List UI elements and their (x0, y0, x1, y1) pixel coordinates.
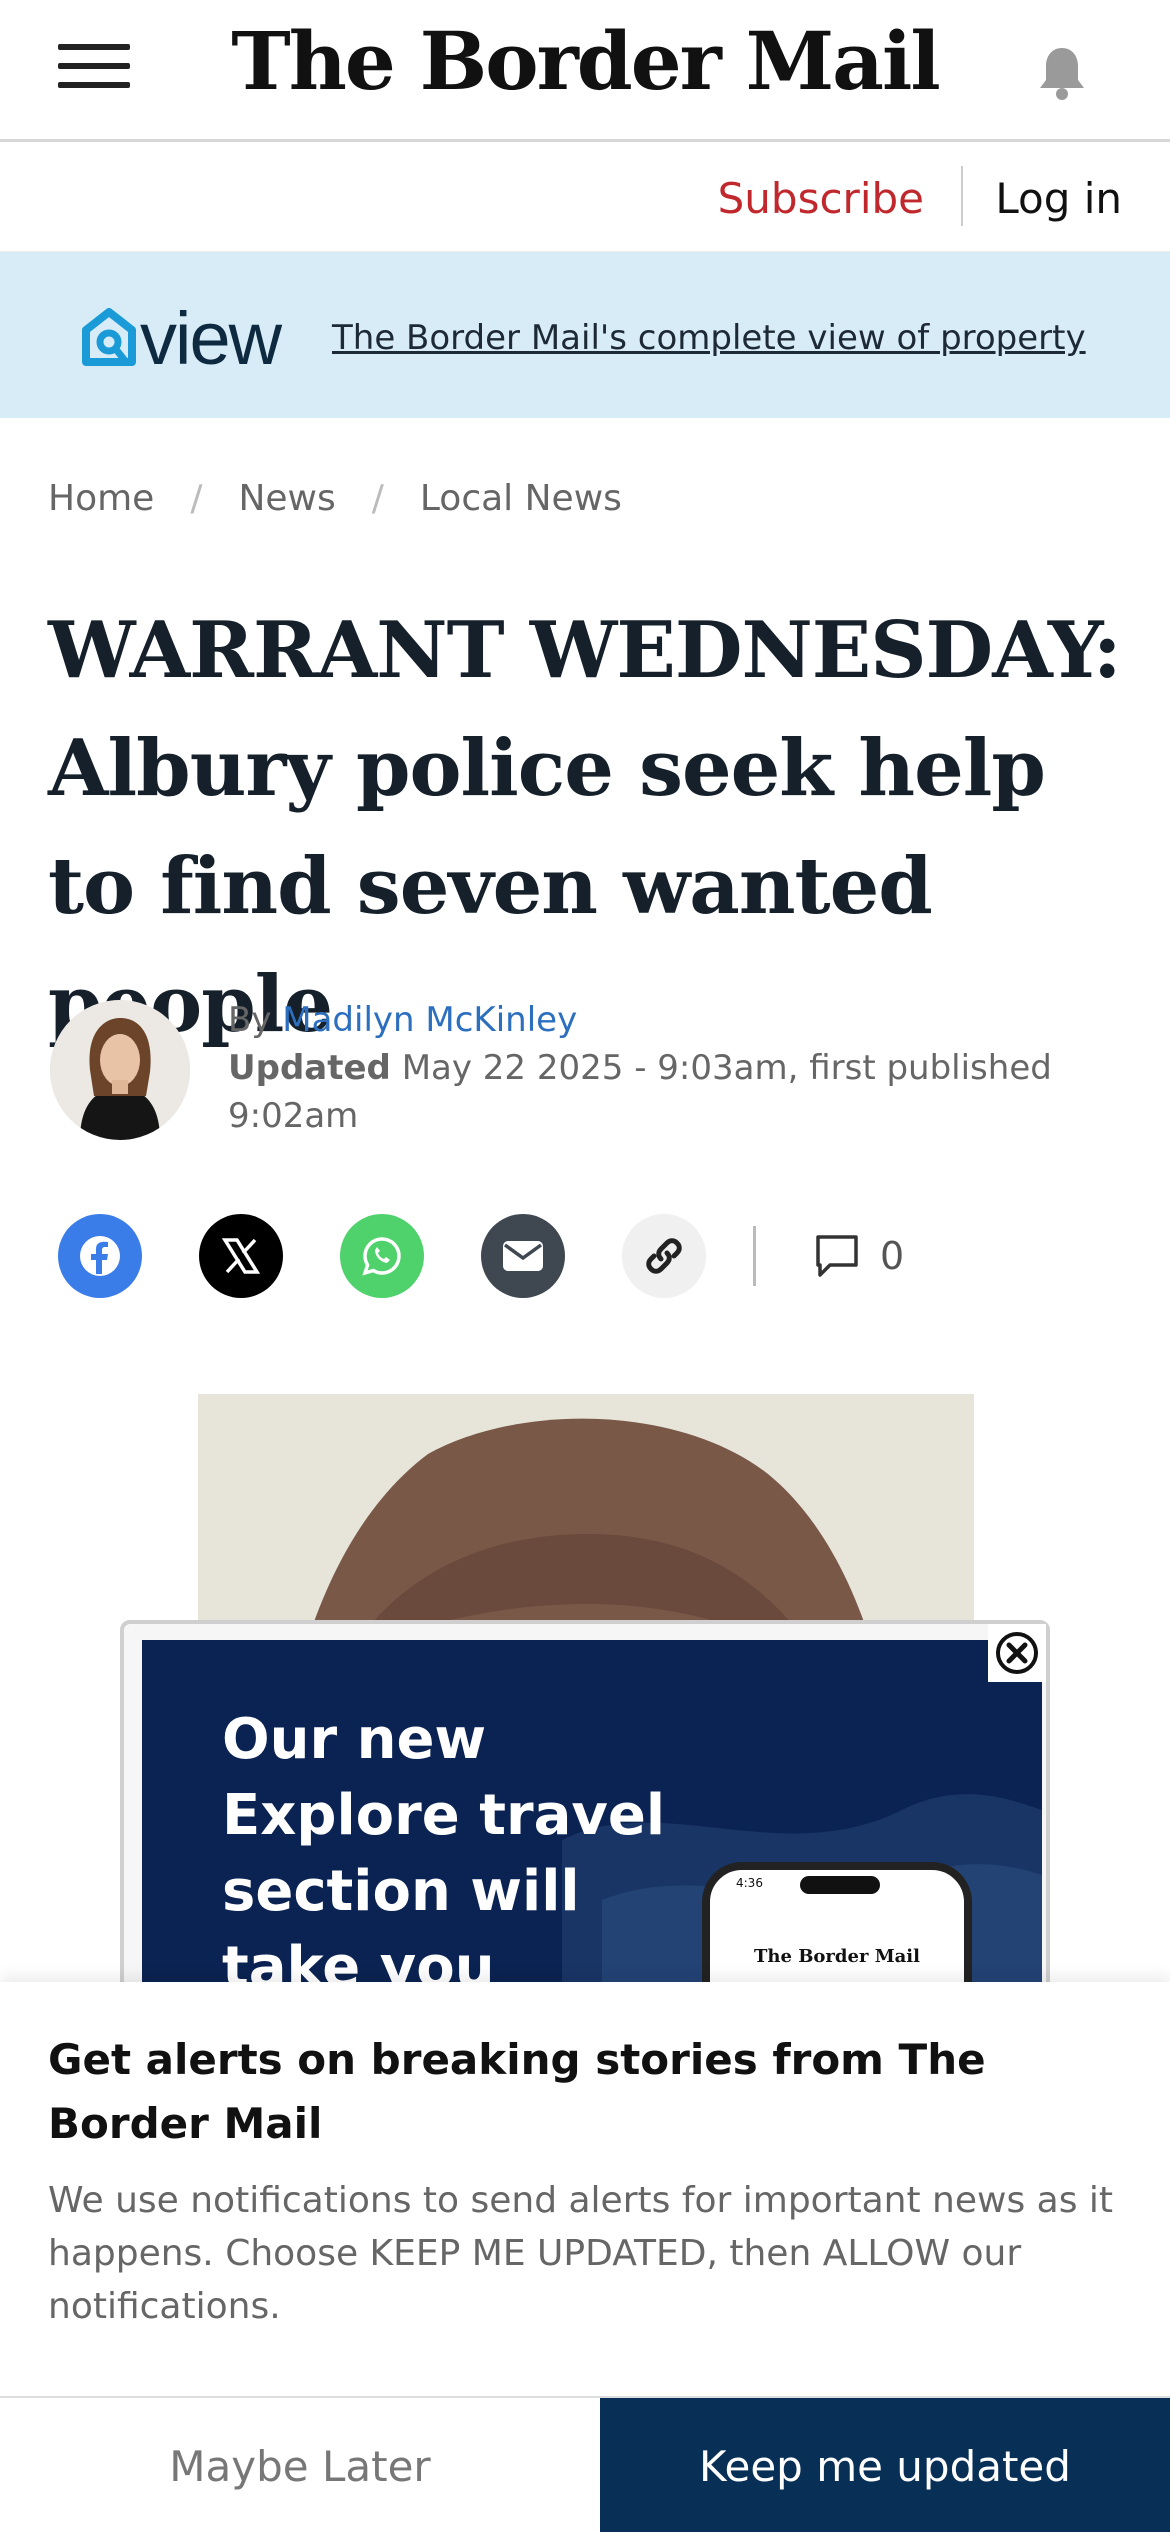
bell-icon[interactable] (1036, 44, 1088, 100)
share-bar: 0 (58, 1214, 904, 1298)
view-logo[interactable]: view (82, 296, 282, 380)
site-logo[interactable]: The Border Mail (0, 14, 1170, 108)
x-icon (221, 1238, 261, 1274)
close-icon (996, 1632, 1038, 1674)
byline-prefix: By (228, 1000, 272, 1040)
ad-close-button[interactable] (988, 1624, 1046, 1682)
facebook-icon (80, 1236, 120, 1276)
ad-phone-notch (800, 1876, 880, 1894)
login-link[interactable]: Log in (995, 174, 1122, 223)
email-share-button[interactable] (481, 1214, 565, 1298)
whatsapp-icon (362, 1237, 401, 1276)
notification-buttons: Maybe Later Keep me updated (0, 2396, 1170, 2532)
view-property-banner[interactable]: view The Border Mail's complete view of … (0, 252, 1170, 418)
x-share-button[interactable] (199, 1214, 283, 1298)
keep-me-updated-button[interactable]: Keep me updated (600, 2398, 1170, 2532)
breadcrumb: Home / News / Local News (48, 478, 622, 519)
facebook-share-button[interactable] (58, 1214, 142, 1298)
notification-body: We use notifications to send alerts for … (48, 2180, 1114, 2327)
whatsapp-share-button[interactable] (340, 1214, 424, 1298)
view-property-link[interactable]: The Border Mail's complete view of prope… (332, 318, 1086, 358)
notification-title: Get alerts on breaking stories from The … (48, 2035, 986, 2148)
ad-headline: Our new Explore travel section will take… (222, 1707, 666, 2020)
site-header: The Border Mail (0, 0, 1170, 142)
ad-creative[interactable]: Our new Explore travel section will take… (142, 1640, 1042, 2020)
author-link[interactable]: Madilyn McKinley (282, 1000, 577, 1040)
comment-count: 0 (880, 1234, 905, 1278)
breadcrumb-home[interactable]: Home (48, 478, 154, 519)
view-logo-text: view (140, 296, 282, 380)
comment-icon (816, 1235, 858, 1277)
email-icon (503, 1241, 543, 1271)
view-house-icon (82, 308, 136, 366)
account-bar: Subscribe Log in (0, 142, 1170, 252)
maybe-later-button[interactable]: Maybe Later (0, 2398, 600, 2532)
share-divider (753, 1226, 756, 1286)
breadcrumb-news[interactable]: News (238, 478, 335, 519)
breadcrumb-separator: / (371, 478, 384, 519)
updated-label: Updated (228, 1048, 391, 1088)
account-divider (961, 166, 963, 226)
breadcrumb-local-news[interactable]: Local News (420, 478, 622, 519)
link-icon (646, 1238, 682, 1274)
author-avatar[interactable] (50, 1000, 190, 1140)
subscribe-link[interactable]: Subscribe (718, 174, 924, 223)
breadcrumb-separator: / (190, 478, 203, 519)
ad-phone-time: 4:36 (736, 1876, 763, 1890)
comments-button[interactable]: 0 (814, 1233, 904, 1279)
ad-phone-masthead: The Border Mail (754, 1946, 920, 1967)
copy-link-button[interactable] (622, 1214, 706, 1298)
article-headline: WARRANT WEDNESDAY: Albury police seek he… (48, 605, 1122, 1050)
byline: By Madilyn McKinley Updated May 22 2025 … (228, 996, 1108, 1140)
notification-prompt: Get alerts on breaking stories from The … (0, 1982, 1170, 2396)
ad-popup: Our new Explore travel section will take… (120, 1620, 1050, 2020)
